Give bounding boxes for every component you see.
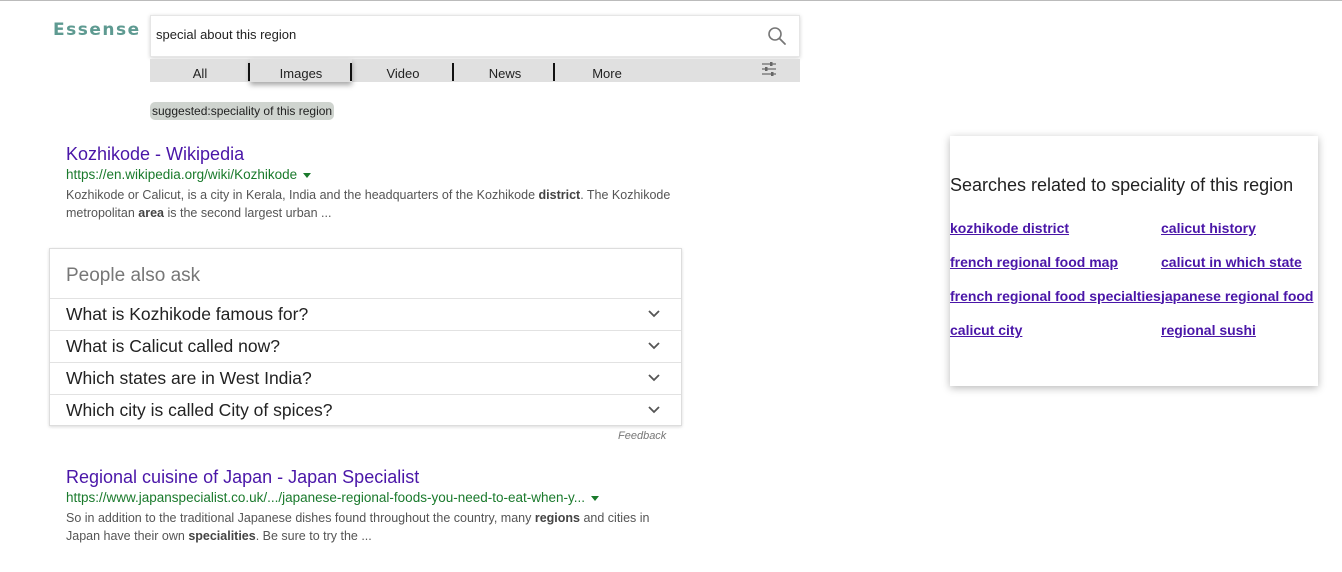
paa-question: Which city is called City of spices? <box>66 400 333 420</box>
result-snippet: Kozhikode or Calicut, is a city in Keral… <box>66 186 676 222</box>
tab-divider <box>350 63 352 81</box>
settings-sliders-icon[interactable] <box>761 62 777 76</box>
people-also-ask-panel: People also ask What is Kozhikode famous… <box>49 248 682 426</box>
top-border <box>0 0 1342 1</box>
paa-question-row[interactable]: Which city is called City of spices? <box>50 394 681 427</box>
search-input[interactable] <box>156 27 746 42</box>
paa-question-row[interactable]: What is Kozhikode famous for? <box>50 298 681 331</box>
result-url-text: https://www.japanspecialist.co.uk/.../ja… <box>66 490 586 505</box>
logo[interactable]: Essense <box>53 20 141 40</box>
search-tabs: All Images Video News More <box>150 59 800 82</box>
paa-question-row[interactable]: What is Calicut called now? <box>50 330 681 363</box>
related-search-link[interactable]: french regional food map <box>950 254 1118 270</box>
snippet-text: . Be sure to try the ... <box>255 529 372 543</box>
result-url[interactable]: https://en.wikipedia.org/wiki/Kozhikode <box>66 166 676 184</box>
paa-question: Which states are in West India? <box>66 368 312 388</box>
feedback-link[interactable]: Feedback <box>618 430 666 442</box>
related-search-link[interactable]: kozhikode district <box>950 220 1069 236</box>
chevron-down-icon <box>648 374 660 382</box>
related-search-link[interactable]: french regional food specialties <box>950 288 1161 304</box>
paa-question-row[interactable]: Which states are in West India? <box>50 362 681 395</box>
tab-more[interactable]: More <box>556 59 658 82</box>
related-searches-panel: Searches related to speciality of this r… <box>950 136 1318 386</box>
tab-divider <box>553 63 555 81</box>
result-title[interactable]: Kozhikode - Wikipedia <box>66 143 676 165</box>
snippet-text: Kozhikode or Calicut, is a city in Keral… <box>66 188 539 202</box>
search-result: Regional cuisine of Japan - Japan Specia… <box>66 466 676 545</box>
tab-news[interactable]: News <box>454 59 556 82</box>
snippet-highlight: area <box>138 206 164 220</box>
tab-divider <box>452 63 454 81</box>
related-searches-title: Searches related to speciality of this r… <box>950 175 1294 195</box>
search-icon[interactable] <box>767 26 787 46</box>
snippet-text: So in addition to the traditional Japane… <box>66 511 535 525</box>
snippet-highlight: specialities <box>188 529 256 543</box>
paa-question: What is Calicut called now? <box>66 336 280 356</box>
tab-images[interactable]: Images <box>250 59 352 82</box>
snippet-highlight: district <box>538 188 581 202</box>
snippet-text: is the second largest urban ... <box>164 206 332 220</box>
related-search-link[interactable]: calicut history <box>1161 220 1256 236</box>
related-search-link[interactable]: calicut in which state <box>1161 254 1302 270</box>
paa-question: What is Kozhikode famous for? <box>66 304 309 324</box>
chevron-down-icon <box>648 310 660 318</box>
tab-video[interactable]: Video <box>352 59 454 82</box>
caret-down-icon[interactable] <box>303 172 312 178</box>
suggested-query-chip[interactable]: suggested:speciality of this region <box>150 102 335 120</box>
result-url[interactable]: https://www.japanspecialist.co.uk/.../ja… <box>66 489 676 507</box>
tab-divider <box>248 63 250 81</box>
related-search-link[interactable]: regional sushi <box>1161 322 1256 338</box>
chevron-down-icon <box>648 342 660 350</box>
related-search-link[interactable]: japanese regional food <box>1161 288 1313 304</box>
snippet-highlight: regions <box>534 511 580 525</box>
tab-all[interactable]: All <box>150 59 250 82</box>
result-snippet: So in addition to the traditional Japane… <box>66 509 676 545</box>
search-box <box>150 15 800 57</box>
result-url-text: https://en.wikipedia.org/wiki/Kozhikode <box>66 167 298 182</box>
caret-down-icon[interactable] <box>591 495 600 501</box>
chevron-down-icon <box>648 406 660 414</box>
result-title[interactable]: Regional cuisine of Japan - Japan Specia… <box>66 466 676 488</box>
related-search-link[interactable]: calicut city <box>950 322 1022 338</box>
search-result: Kozhikode - Wikipedia https://en.wikiped… <box>66 143 676 222</box>
people-also-ask-title: People also ask <box>66 265 201 286</box>
